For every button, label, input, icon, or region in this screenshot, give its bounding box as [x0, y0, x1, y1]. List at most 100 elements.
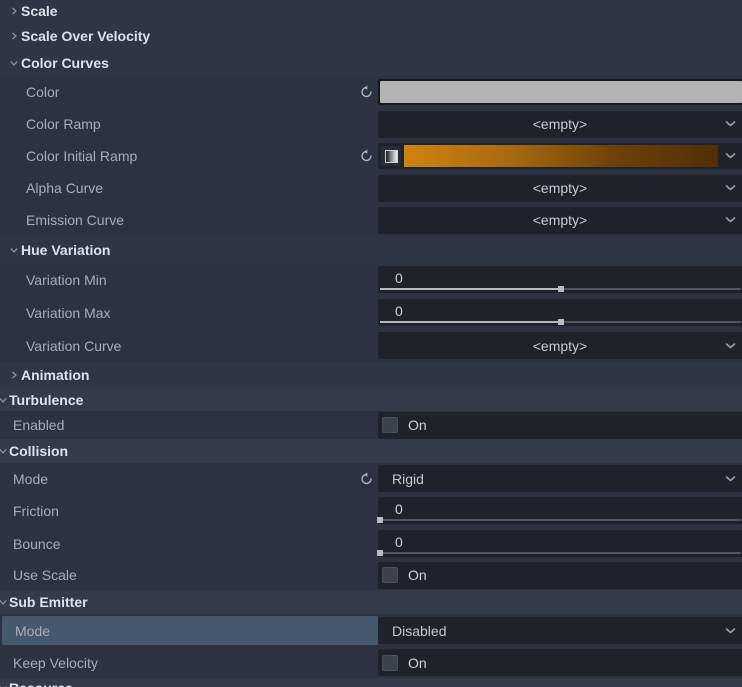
variation-max-slider[interactable]: 0 [378, 299, 742, 326]
section-header-sub-emitter[interactable]: Sub Emitter [0, 590, 742, 614]
property-label-cell[interactable]: Color [0, 76, 378, 108]
checkbox[interactable] [382, 567, 398, 583]
gradient-resource-picker[interactable] [378, 143, 742, 169]
property-label: Variation Min [26, 271, 107, 288]
slider-fill [380, 321, 561, 323]
property-label-cell[interactable]: Variation Min [0, 263, 378, 296]
dropdown-value: <empty> [532, 212, 588, 228]
property-label-cell[interactable]: Emission Curve [0, 204, 378, 236]
revert-icon[interactable] [360, 85, 373, 99]
chevron-right-icon [8, 7, 20, 15]
alpha-curve-dropdown[interactable]: <empty> [378, 174, 742, 202]
property-label: Color [26, 84, 60, 100]
enabled-checkbox-field[interactable]: On [378, 411, 742, 439]
chevron-right-icon [8, 371, 20, 379]
property-label: Color Initial Ramp [26, 148, 138, 164]
property-label-cell[interactable]: Mode [0, 463, 378, 494]
section-title: Collision [9, 443, 69, 459]
property-label: Bounce [13, 535, 61, 552]
bounce-slider[interactable]: 0 [377, 530, 742, 557]
slider-grabber[interactable] [557, 319, 564, 325]
property-label: Use Scale [13, 567, 77, 583]
property-row-emission-curve: Emission Curve <empty> [0, 204, 742, 236]
section-header-scale-over-velocity[interactable]: Scale Over Velocity [0, 22, 742, 49]
property-label: Keep Velocity [13, 654, 98, 671]
section-title: Hue Variation [21, 241, 111, 258]
chevron-down-icon[interactable] [725, 153, 736, 160]
chevron-down-icon [725, 627, 736, 634]
property-label-cell[interactable]: Color Initial Ramp [0, 140, 378, 172]
checkbox-label: On [408, 654, 427, 671]
property-label: Enabled [13, 417, 65, 433]
section-header-animation[interactable]: Animation [0, 362, 742, 388]
slider-value: 0 [395, 302, 403, 319]
property-label-cell[interactable]: Enabled [0, 411, 378, 439]
property-row-sub-emitter-mode: Mode Disabled [0, 614, 742, 647]
property-row-color-initial-ramp: Color Initial Ramp [0, 140, 742, 172]
checkbox[interactable] [382, 654, 398, 671]
property-row-color: Color [0, 76, 742, 108]
section-title: Sub Emitter [9, 594, 88, 610]
section-header-scale[interactable]: Scale [0, 0, 742, 22]
collision-mode-dropdown[interactable]: Rigid [378, 465, 742, 492]
chevron-down-icon [725, 185, 736, 192]
slider-grabber[interactable] [377, 550, 383, 556]
revert-icon[interactable] [360, 149, 373, 163]
gradient-resource-icon[interactable] [381, 146, 401, 166]
revert-icon[interactable] [360, 472, 373, 485]
section-title: Scale Over Velocity [21, 27, 151, 44]
section-title: Scale [21, 3, 58, 19]
sub-emitter-mode-dropdown[interactable]: Disabled [378, 617, 742, 644]
color-ramp-dropdown[interactable]: <empty> [378, 110, 742, 138]
property-label-cell[interactable]: Keep Velocity [0, 647, 378, 678]
property-label: Variation Max [26, 304, 111, 321]
property-label-cell[interactable]: Variation Max [0, 296, 378, 329]
property-label-cell[interactable]: Friction [0, 494, 378, 527]
variation-curve-dropdown[interactable]: <empty> [378, 332, 742, 359]
chevron-down-icon [8, 246, 20, 254]
property-label-cell[interactable]: Alpha Curve [0, 172, 378, 204]
slider-grabber[interactable] [377, 517, 383, 523]
property-row-variation-max: Variation Max 0 [0, 296, 742, 329]
property-label: Emission Curve [26, 212, 125, 228]
property-label: Variation Curve [26, 337, 122, 354]
dropdown-value: Rigid [392, 470, 424, 487]
dropdown-value: Disabled [392, 622, 447, 639]
section-header-turbulence[interactable]: Turbulence [0, 388, 742, 411]
property-label: Mode [15, 622, 51, 639]
section-title: Color Curves [21, 54, 109, 71]
property-label-cell[interactable]: Use Scale [0, 560, 378, 590]
section-title: Animation [21, 367, 90, 383]
chevron-right-icon [8, 32, 20, 40]
friction-slider[interactable]: 0 [377, 497, 742, 524]
slider-grabber[interactable] [557, 286, 564, 292]
property-label-cell-selected[interactable]: Mode [2, 616, 378, 645]
color-swatch [380, 81, 742, 103]
slider-track [377, 550, 741, 556]
inspector-panel: Scale Scale Over Velocity Color Curves C… [0, 0, 742, 687]
property-label: Mode [13, 470, 49, 487]
use-scale-checkbox-field[interactable]: On [378, 561, 742, 589]
property-label: Alpha Curve [26, 180, 104, 196]
property-row-color-ramp: Color Ramp <empty> [0, 108, 742, 140]
emission-curve-dropdown[interactable]: <empty> [378, 206, 742, 234]
gradient-preview[interactable] [404, 145, 718, 167]
property-label-cell[interactable]: Bounce [0, 527, 378, 560]
property-label-cell[interactable]: Variation Curve [0, 329, 378, 362]
keep-velocity-checkbox-field[interactable]: On [378, 649, 742, 676]
chevron-down-icon [0, 396, 8, 404]
property-row-alpha-curve: Alpha Curve <empty> [0, 172, 742, 204]
checkbox[interactable] [382, 417, 398, 433]
property-label-cell[interactable]: Color Ramp [0, 108, 378, 140]
section-header-hue-variation[interactable]: Hue Variation [0, 236, 742, 263]
section-header-resource[interactable]: Resource [0, 678, 742, 687]
property-row-enabled: Enabled On [0, 411, 742, 439]
property-row-collision-mode: Mode Rigid [0, 463, 742, 494]
color-picker-button[interactable] [378, 79, 742, 105]
section-header-color-curves[interactable]: Color Curves [0, 49, 742, 76]
variation-min-slider[interactable]: 0 [378, 266, 742, 293]
chevron-down-icon [725, 121, 736, 128]
slider-track [380, 286, 741, 292]
section-header-collision[interactable]: Collision [0, 439, 742, 463]
slider-track [380, 319, 741, 325]
